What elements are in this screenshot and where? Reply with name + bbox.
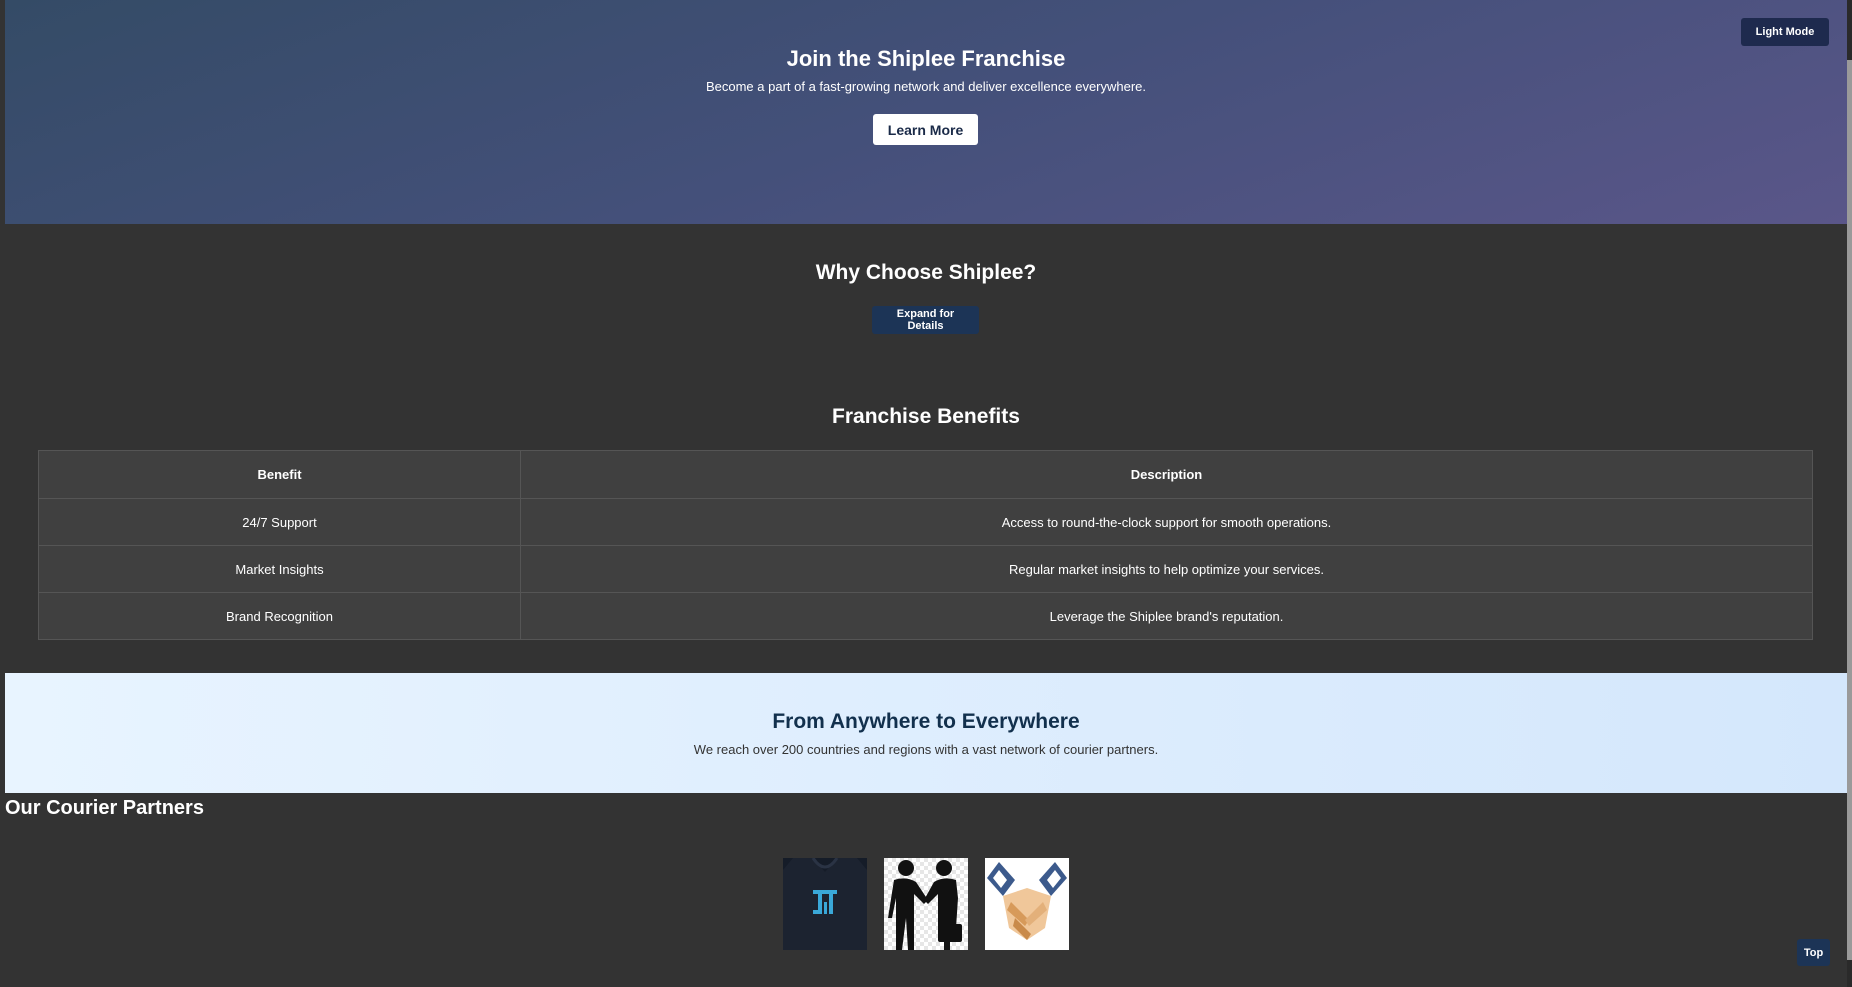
benefit-cell: Brand Recognition — [38, 592, 521, 640]
benefit-cell: Market Insights — [38, 545, 521, 593]
table-row: Market Insights Regular market insights … — [38, 545, 1813, 593]
anywhere-subtitle: We reach over 200 countries and regions … — [693, 742, 1159, 757]
why-choose-title: Why Choose Shiplee? — [815, 261, 1037, 284]
anywhere-title: From Anywhere to Everywhere — [772, 710, 1080, 733]
column-header-description: Description — [520, 450, 1813, 499]
description-cell: Regular market insights to help optimize… — [520, 545, 1813, 593]
description-cell: Leverage the Shiplee brand's reputation. — [520, 592, 1813, 640]
benefit-cell: 24/7 Support — [38, 498, 521, 546]
partner-logos — [783, 858, 1069, 950]
hero-title: Join the Shiplee Franchise — [786, 46, 1066, 71]
page-scrollbar[interactable] — [1847, 0, 1852, 987]
hero-section: Join the Shiplee Franchise Become a part… — [5, 0, 1847, 224]
benefits-title: Franchise Benefits — [832, 405, 1020, 428]
learn-more-button[interactable]: Learn More — [873, 114, 978, 145]
partner-logo-handshake-icon — [985, 858, 1069, 950]
table-row: Brand Recognition Leverage the Shiplee b… — [38, 592, 1813, 640]
hero-subtitle: Become a part of a fast-growing network … — [705, 79, 1147, 94]
anywhere-banner: From Anywhere to Everywhere We reach ove… — [5, 673, 1847, 793]
partner-logo-dark-tee-icon — [783, 858, 867, 950]
scrollbar-thumb[interactable] — [1847, 60, 1852, 960]
page: Join the Shiplee Franchise Become a part… — [0, 0, 1852, 987]
description-cell: Access to round-the-clock support for sm… — [520, 498, 1813, 546]
benefits-table: Benefit Description 24/7 Support Access … — [38, 450, 1813, 640]
column-header-benefit: Benefit — [38, 450, 521, 499]
expand-details-button[interactable]: Expand for Details — [872, 306, 979, 334]
partners-title: Our Courier Partners — [5, 797, 204, 819]
table-row: 24/7 Support Access to round-the-clock s… — [38, 498, 1813, 546]
scroll-top-button[interactable]: Top — [1797, 939, 1830, 966]
partner-logo-businessmen-handshake-icon — [884, 858, 968, 950]
light-mode-toggle-button[interactable]: Light Mode — [1741, 18, 1829, 46]
table-header-row: Benefit Description — [38, 450, 1813, 499]
